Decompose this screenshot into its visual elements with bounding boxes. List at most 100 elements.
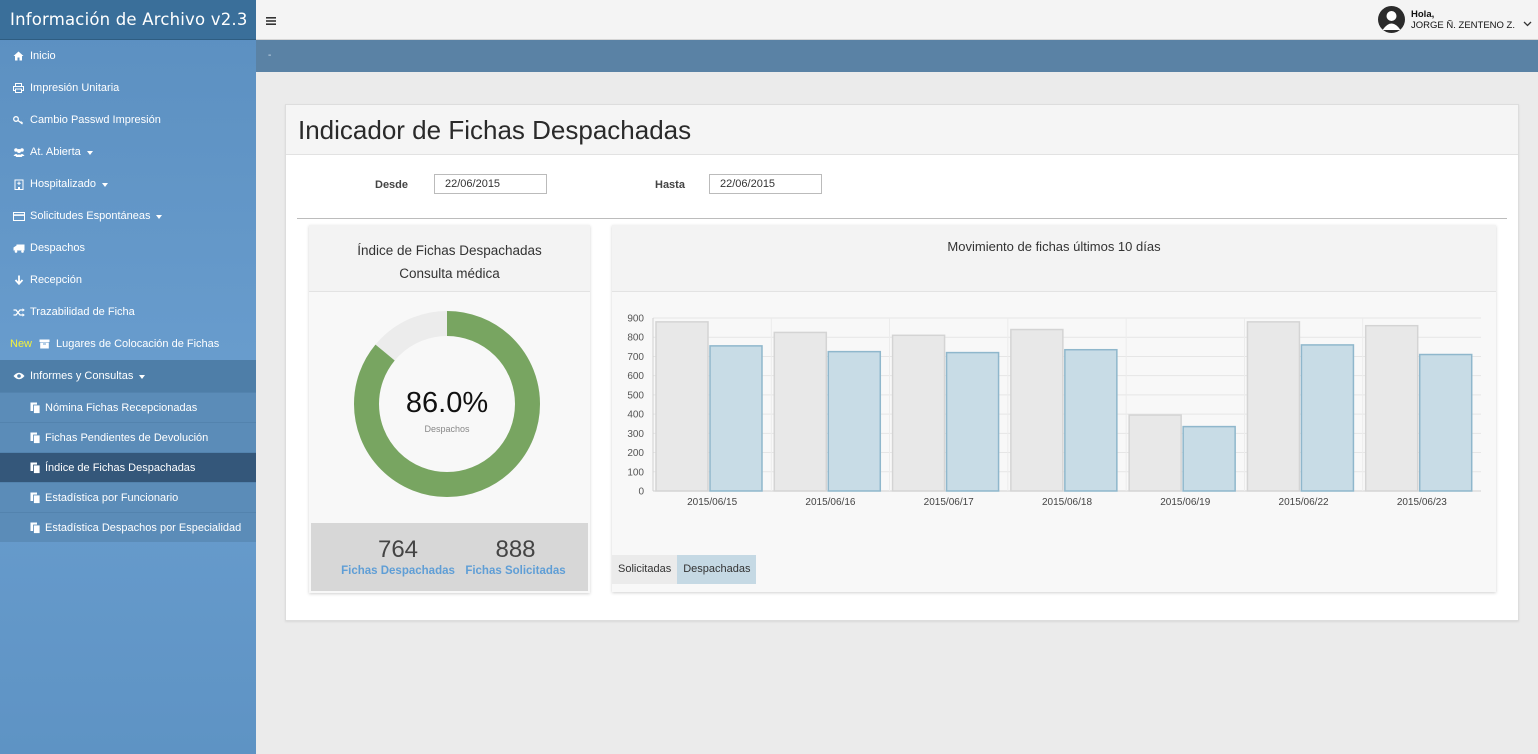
page-title: Indicador de Fichas Despachadas	[298, 115, 692, 145]
x-tick-label: 2015/06/17	[924, 497, 974, 508]
y-tick-label: 200	[627, 448, 644, 459]
main-panel: Indicador de Fichas Despachadas Desde Ha…	[285, 104, 1519, 621]
sidebar-item-inicio[interactable]: Inicio	[0, 40, 256, 72]
bar-solicitadas	[891, 334, 946, 492]
sidebar-item-informes-consultas[interactable]: Informes y Consultas	[0, 360, 256, 392]
y-tick-label: 600	[627, 371, 644, 382]
subitem-estadistica-especialidad[interactable]: Estadística Despachos por Especialidad	[0, 512, 256, 542]
subitem-estadistica-funcionario[interactable]: Estadística por Funcionario	[0, 482, 256, 512]
subitem-fichas-pendientes[interactable]: Fichas Pendientes de Devolución	[0, 422, 256, 452]
sidebar-item-label: Lugares de Colocación de Fichas	[56, 338, 220, 350]
sidebar-item-label: Hospitalizado	[30, 178, 97, 190]
legend-solicitadas[interactable]: Solicitadas	[612, 555, 678, 584]
y-tick-label: 800	[627, 333, 644, 344]
index-card-subtitle: Consulta médica	[399, 266, 500, 281]
sidebar-item-hospitalizado[interactable]: Hospitalizado	[0, 168, 256, 200]
stat-label: Fichas Despachadas	[341, 565, 455, 577]
avatar	[1378, 6, 1406, 33]
sidebar-item-at-abierta[interactable]: At. Abierta	[0, 136, 256, 168]
eye-icon	[12, 370, 25, 383]
sidebar-item-label: Despachos	[30, 242, 86, 254]
arrow-down-icon	[12, 274, 25, 287]
stat-label: Fichas Solicitadas	[465, 565, 566, 577]
subitem-nomina-fichas[interactable]: Nómina Fichas Recepcionadas	[0, 392, 256, 422]
subitem-label: Nómina Fichas Recepcionadas	[45, 401, 198, 414]
subitem-label: Estadística Despachos por Especialidad	[45, 521, 242, 534]
sidebar-item-lugares-colocacion[interactable]: New Lugares de Colocación de Fichas	[0, 328, 256, 360]
chart-card: Movimiento de fichas últimos 10 días 0 10…	[612, 225, 1496, 592]
sidebar-item-label: At. Abierta	[30, 146, 81, 158]
y-tick-label: 500	[627, 390, 644, 401]
sidebar-subnav: Nómina Fichas Recepcionadas Fichas Pendi…	[0, 392, 256, 542]
files-icon	[30, 462, 42, 474]
sidebar-item-despachos[interactable]: Despachos	[0, 232, 256, 264]
sidebar-item-impresion-unitaria[interactable]: Impresión Unitaria	[0, 72, 256, 104]
sidebar-item-solicitudes-espontaneas[interactable]: Solicitudes Espontáneas	[0, 200, 256, 232]
index-card-header: Índice de Fichas Despachadas Consulta mé…	[309, 225, 590, 292]
shuffle-icon	[12, 306, 25, 319]
files-icon	[30, 522, 42, 534]
bar-despachadas	[827, 350, 882, 492]
users-icon	[12, 146, 25, 159]
user-greeting: Hola,	[1411, 8, 1435, 20]
caret-down-icon	[156, 215, 163, 219]
y-tick-label: 900	[627, 314, 644, 325]
box-icon	[38, 338, 51, 351]
legend-despachadas[interactable]: Despachadas	[677, 555, 757, 584]
bar-solicitadas	[1128, 414, 1182, 492]
donut-chart: 86.0% Despachos	[354, 311, 540, 497]
bar-solicitadas	[1364, 324, 1419, 492]
sidebar-item-label: Cambio Passwd Impresión	[30, 114, 161, 126]
new-badge: New	[10, 338, 33, 350]
stat-value: 888	[495, 536, 536, 563]
chart-card-header: Movimiento de fichas últimos 10 días	[612, 225, 1496, 292]
sidebar-item-trazabilidad[interactable]: Trazabilidad de Ficha	[0, 296, 256, 328]
sidebar-item-label: Informes y Consultas	[30, 370, 134, 382]
files-icon	[30, 492, 42, 504]
donut-label: Despachos	[424, 424, 470, 434]
home-icon	[12, 50, 25, 63]
files-icon	[30, 402, 42, 414]
hospital-icon	[12, 178, 25, 191]
bar-despachadas	[1418, 353, 1473, 492]
x-tick-label: 2015/06/16	[805, 497, 855, 508]
bar-despachadas	[945, 351, 1000, 492]
bar-despachadas	[1064, 348, 1118, 492]
desde-date-input[interactable]	[434, 174, 547, 194]
bar-solicitadas	[1246, 321, 1301, 492]
sidebar-item-label: Inicio	[30, 50, 56, 62]
bar-despachadas	[1182, 425, 1236, 492]
divider	[297, 218, 1507, 219]
y-tick-label: 700	[627, 352, 644, 363]
menu-toggle-icon[interactable]	[266, 13, 280, 27]
donut-percent: 86.0%	[405, 387, 489, 419]
user-menu[interactable]: Hola, JORGE Ñ. ZENTENO Z.	[1378, 6, 1532, 33]
app-title: Información de Archivo v2.3	[0, 0, 256, 40]
sidebar-item-label: Trazabilidad de Ficha	[30, 306, 135, 318]
caret-down-icon	[139, 375, 146, 379]
subitem-label: Fichas Pendientes de Devolución	[45, 431, 209, 444]
panel-header: Indicador de Fichas Despachadas	[286, 105, 1518, 155]
y-tick-label: 0	[638, 487, 644, 498]
top-bar: Hola, JORGE Ñ. ZENTENO Z.	[256, 0, 1538, 40]
caret-down-icon	[86, 151, 93, 155]
sidebar-item-label: Impresión Unitaria	[30, 82, 120, 94]
bar-solicitadas	[655, 321, 709, 492]
hasta-date-input[interactable]	[709, 174, 822, 194]
x-tick-label: 2015/06/22	[1279, 497, 1329, 508]
hasta-label: Hasta	[655, 179, 685, 191]
desde-label: Desde	[375, 179, 409, 191]
bar-despachadas	[1300, 344, 1355, 492]
sidebar-item-label: Solicitudes Espontáneas	[30, 210, 151, 222]
truck-icon	[12, 242, 25, 255]
chevron-down-icon	[1523, 15, 1532, 27]
sidebar-item-cambio-passwd[interactable]: Cambio Passwd Impresión	[0, 104, 256, 136]
bar-solicitadas	[773, 331, 828, 492]
index-card-title: Índice de Fichas Despachadas	[357, 243, 542, 258]
stat-despachadas: 764 Fichas Despachadas	[330, 535, 466, 577]
bar-despachadas	[709, 345, 763, 492]
subitem-label: Estadística por Funcionario	[45, 491, 179, 504]
subitem-indice-fichas[interactable]: Índice de Fichas Despachadas	[0, 452, 256, 482]
sidebar-item-recepcion[interactable]: Recepción	[0, 264, 256, 296]
caret-down-icon	[102, 183, 109, 187]
